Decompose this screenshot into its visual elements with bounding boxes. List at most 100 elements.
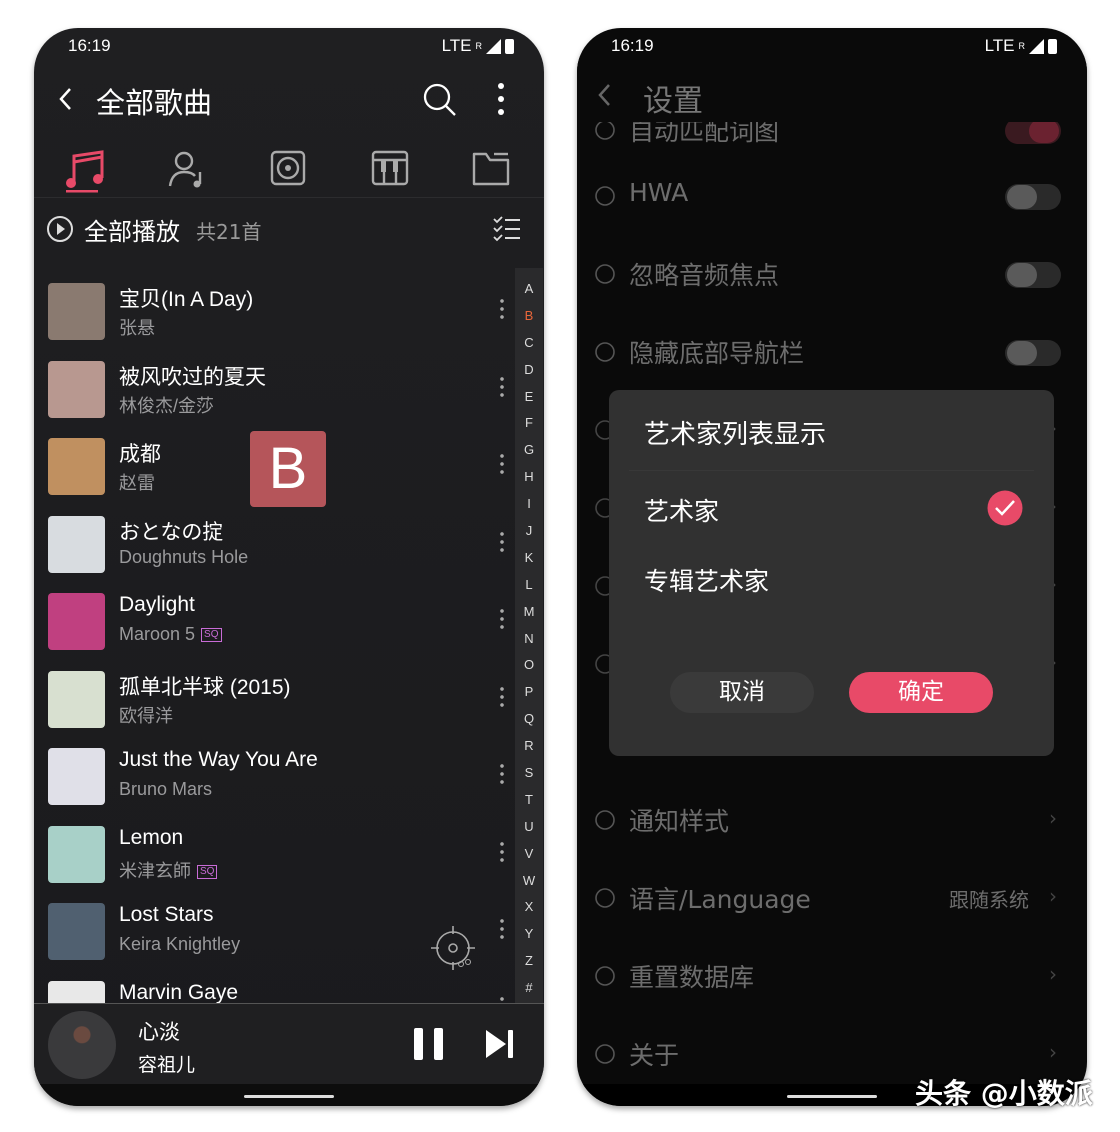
alphabet-index-scrollbar[interactable]: A B C D E F G H I J K L M N O P Q R S T U V W X Y Z # xyxy=(515,268,543,1003)
search-icon[interactable] xyxy=(422,82,458,118)
more-options-icon[interactable] xyxy=(496,82,506,118)
settings-row[interactable]: 忽略音频焦点 xyxy=(593,254,1061,294)
index-letter[interactable]: G xyxy=(515,437,543,464)
play-all-button[interactable]: 全部播放 xyxy=(84,212,180,247)
index-letter[interactable]: W xyxy=(515,868,543,895)
song-row[interactable]: Lemon 米津玄師 SQ xyxy=(48,825,518,896)
index-letter[interactable]: S xyxy=(515,760,543,787)
song-title: おとなの掟 xyxy=(119,520,224,544)
song-count: 共21首 xyxy=(196,220,262,244)
index-letter[interactable]: C xyxy=(515,330,543,357)
mini-player[interactable]: 心淡 容祖儿 xyxy=(34,1003,544,1085)
index-letter[interactable]: P xyxy=(515,679,543,706)
toggle-switch[interactable] xyxy=(1005,262,1061,288)
index-letter[interactable]: I xyxy=(515,491,543,518)
settings-row[interactable]: 隐藏底部导航栏 xyxy=(593,332,1061,372)
song-more-icon[interactable] xyxy=(500,607,504,629)
song-subtitle: 张悬 xyxy=(119,314,155,340)
checkmark-selected-icon xyxy=(987,490,1023,526)
home-handle[interactable] xyxy=(787,1095,877,1098)
toggle-switch[interactable] xyxy=(1005,184,1061,210)
album-thumbnail xyxy=(48,825,105,883)
song-more-icon[interactable] xyxy=(500,452,504,474)
option-album-artist[interactable]: 专辑艺术家 xyxy=(609,556,1054,602)
index-letter[interactable]: D xyxy=(515,357,543,384)
index-letter[interactable]: X xyxy=(515,894,543,921)
index-letter[interactable]: L xyxy=(515,572,543,599)
back-button[interactable] xyxy=(595,82,615,108)
song-more-icon[interactable] xyxy=(500,529,504,552)
toggle-switch[interactable] xyxy=(1005,340,1061,366)
chevron-right-icon: › xyxy=(1049,1040,1057,1064)
song-title: 成都 xyxy=(119,443,161,466)
settings-row[interactable]: 通知样式 › xyxy=(593,800,1061,840)
song-artist: Maroon 5 xyxy=(119,624,196,644)
index-letter[interactable]: H xyxy=(515,464,543,491)
setting-label: 重置数据库 xyxy=(629,963,755,992)
song-row[interactable]: Daylight Maroon 5 SQ xyxy=(48,593,518,663)
settings-row[interactable]: 关于 › xyxy=(593,1034,1061,1074)
song-more-icon[interactable] xyxy=(500,297,504,319)
song-more-icon[interactable] xyxy=(500,684,504,707)
song-subtitle: Bruno Mars xyxy=(119,779,212,800)
index-letter[interactable]: J xyxy=(515,518,543,545)
settings-row[interactable]: 语言/Language 跟随系统 › xyxy=(593,878,1061,918)
song-title: Lemon xyxy=(119,825,184,849)
index-letter[interactable]: Z xyxy=(515,948,543,975)
status-bar: 16:19 LTE R xyxy=(34,36,544,60)
index-letter[interactable]: K xyxy=(515,545,543,572)
confirm-button[interactable]: 确定 xyxy=(849,672,993,713)
sq-badge: SQ xyxy=(197,864,218,879)
play-all-icon[interactable] xyxy=(46,215,74,243)
refresh-icon xyxy=(595,966,615,986)
index-letter[interactable]: A xyxy=(515,276,543,303)
index-letter[interactable]: U xyxy=(515,814,543,841)
song-artist: 米津玄師 xyxy=(119,860,191,881)
index-letter[interactable]: # xyxy=(515,975,543,1002)
song-more-icon[interactable] xyxy=(500,374,504,397)
song-row[interactable]: 宝贝(In A Day) 张悬 xyxy=(48,283,518,353)
tab-artists-icon[interactable] xyxy=(168,150,208,190)
settings-row[interactable]: 重置数据库 › xyxy=(593,956,1061,996)
song-row[interactable]: 被风吹过的夏天 林俊杰/金莎 xyxy=(48,360,518,431)
song-row[interactable]: 孤单北半球 (2015) 欧得洋 xyxy=(48,670,518,741)
index-letter[interactable]: Q xyxy=(515,706,543,733)
settings-row[interactable]: HWA xyxy=(593,176,1061,216)
home-handle[interactable] xyxy=(244,1095,334,1098)
index-letter[interactable]: F xyxy=(515,410,543,437)
tab-albums-icon[interactable] xyxy=(270,150,306,186)
index-letter[interactable]: V xyxy=(515,841,543,868)
index-letter[interactable]: M xyxy=(515,599,543,626)
song-more-icon[interactable] xyxy=(500,762,504,784)
index-letter[interactable]: O xyxy=(515,652,543,679)
index-letter[interactable]: N xyxy=(515,626,543,653)
divider xyxy=(629,470,1034,471)
setting-label: 语言/Language xyxy=(629,885,811,914)
index-letter[interactable]: B xyxy=(515,303,543,330)
index-letter[interactable]: E xyxy=(515,384,543,411)
roaming-label: R xyxy=(1018,41,1026,51)
song-row[interactable]: Just the Way You Are Bruno Mars xyxy=(48,748,518,818)
locate-current-song-icon[interactable] xyxy=(431,926,479,974)
now-playing-album-art[interactable] xyxy=(48,1011,116,1079)
chevron-right-icon: › xyxy=(1049,884,1057,908)
album-thumbnail xyxy=(48,903,105,960)
index-letter[interactable]: T xyxy=(515,787,543,814)
skip-next-icon[interactable] xyxy=(484,1028,516,1060)
tab-songs-music-note-icon[interactable] xyxy=(64,148,106,194)
index-letter[interactable]: Y xyxy=(515,921,543,948)
tab-genres-piano-icon[interactable] xyxy=(371,150,409,186)
tab-folders-icon[interactable] xyxy=(472,150,510,186)
album-thumbnail xyxy=(48,748,105,805)
song-artist: 欧得洋 xyxy=(119,705,173,726)
song-more-icon[interactable] xyxy=(500,839,504,862)
album-thumbnail xyxy=(48,670,105,728)
pause-icon[interactable] xyxy=(412,1026,446,1062)
song-row[interactable]: おとなの掟 Doughnuts Hole xyxy=(48,515,518,586)
option-artist[interactable]: 艺术家 xyxy=(609,486,1054,532)
song-more-icon[interactable] xyxy=(500,917,504,939)
index-letter[interactable]: R xyxy=(515,733,543,760)
multi-select-icon[interactable] xyxy=(492,215,522,243)
cancel-button[interactable]: 取消 xyxy=(670,672,814,713)
back-icon[interactable] xyxy=(56,86,76,112)
